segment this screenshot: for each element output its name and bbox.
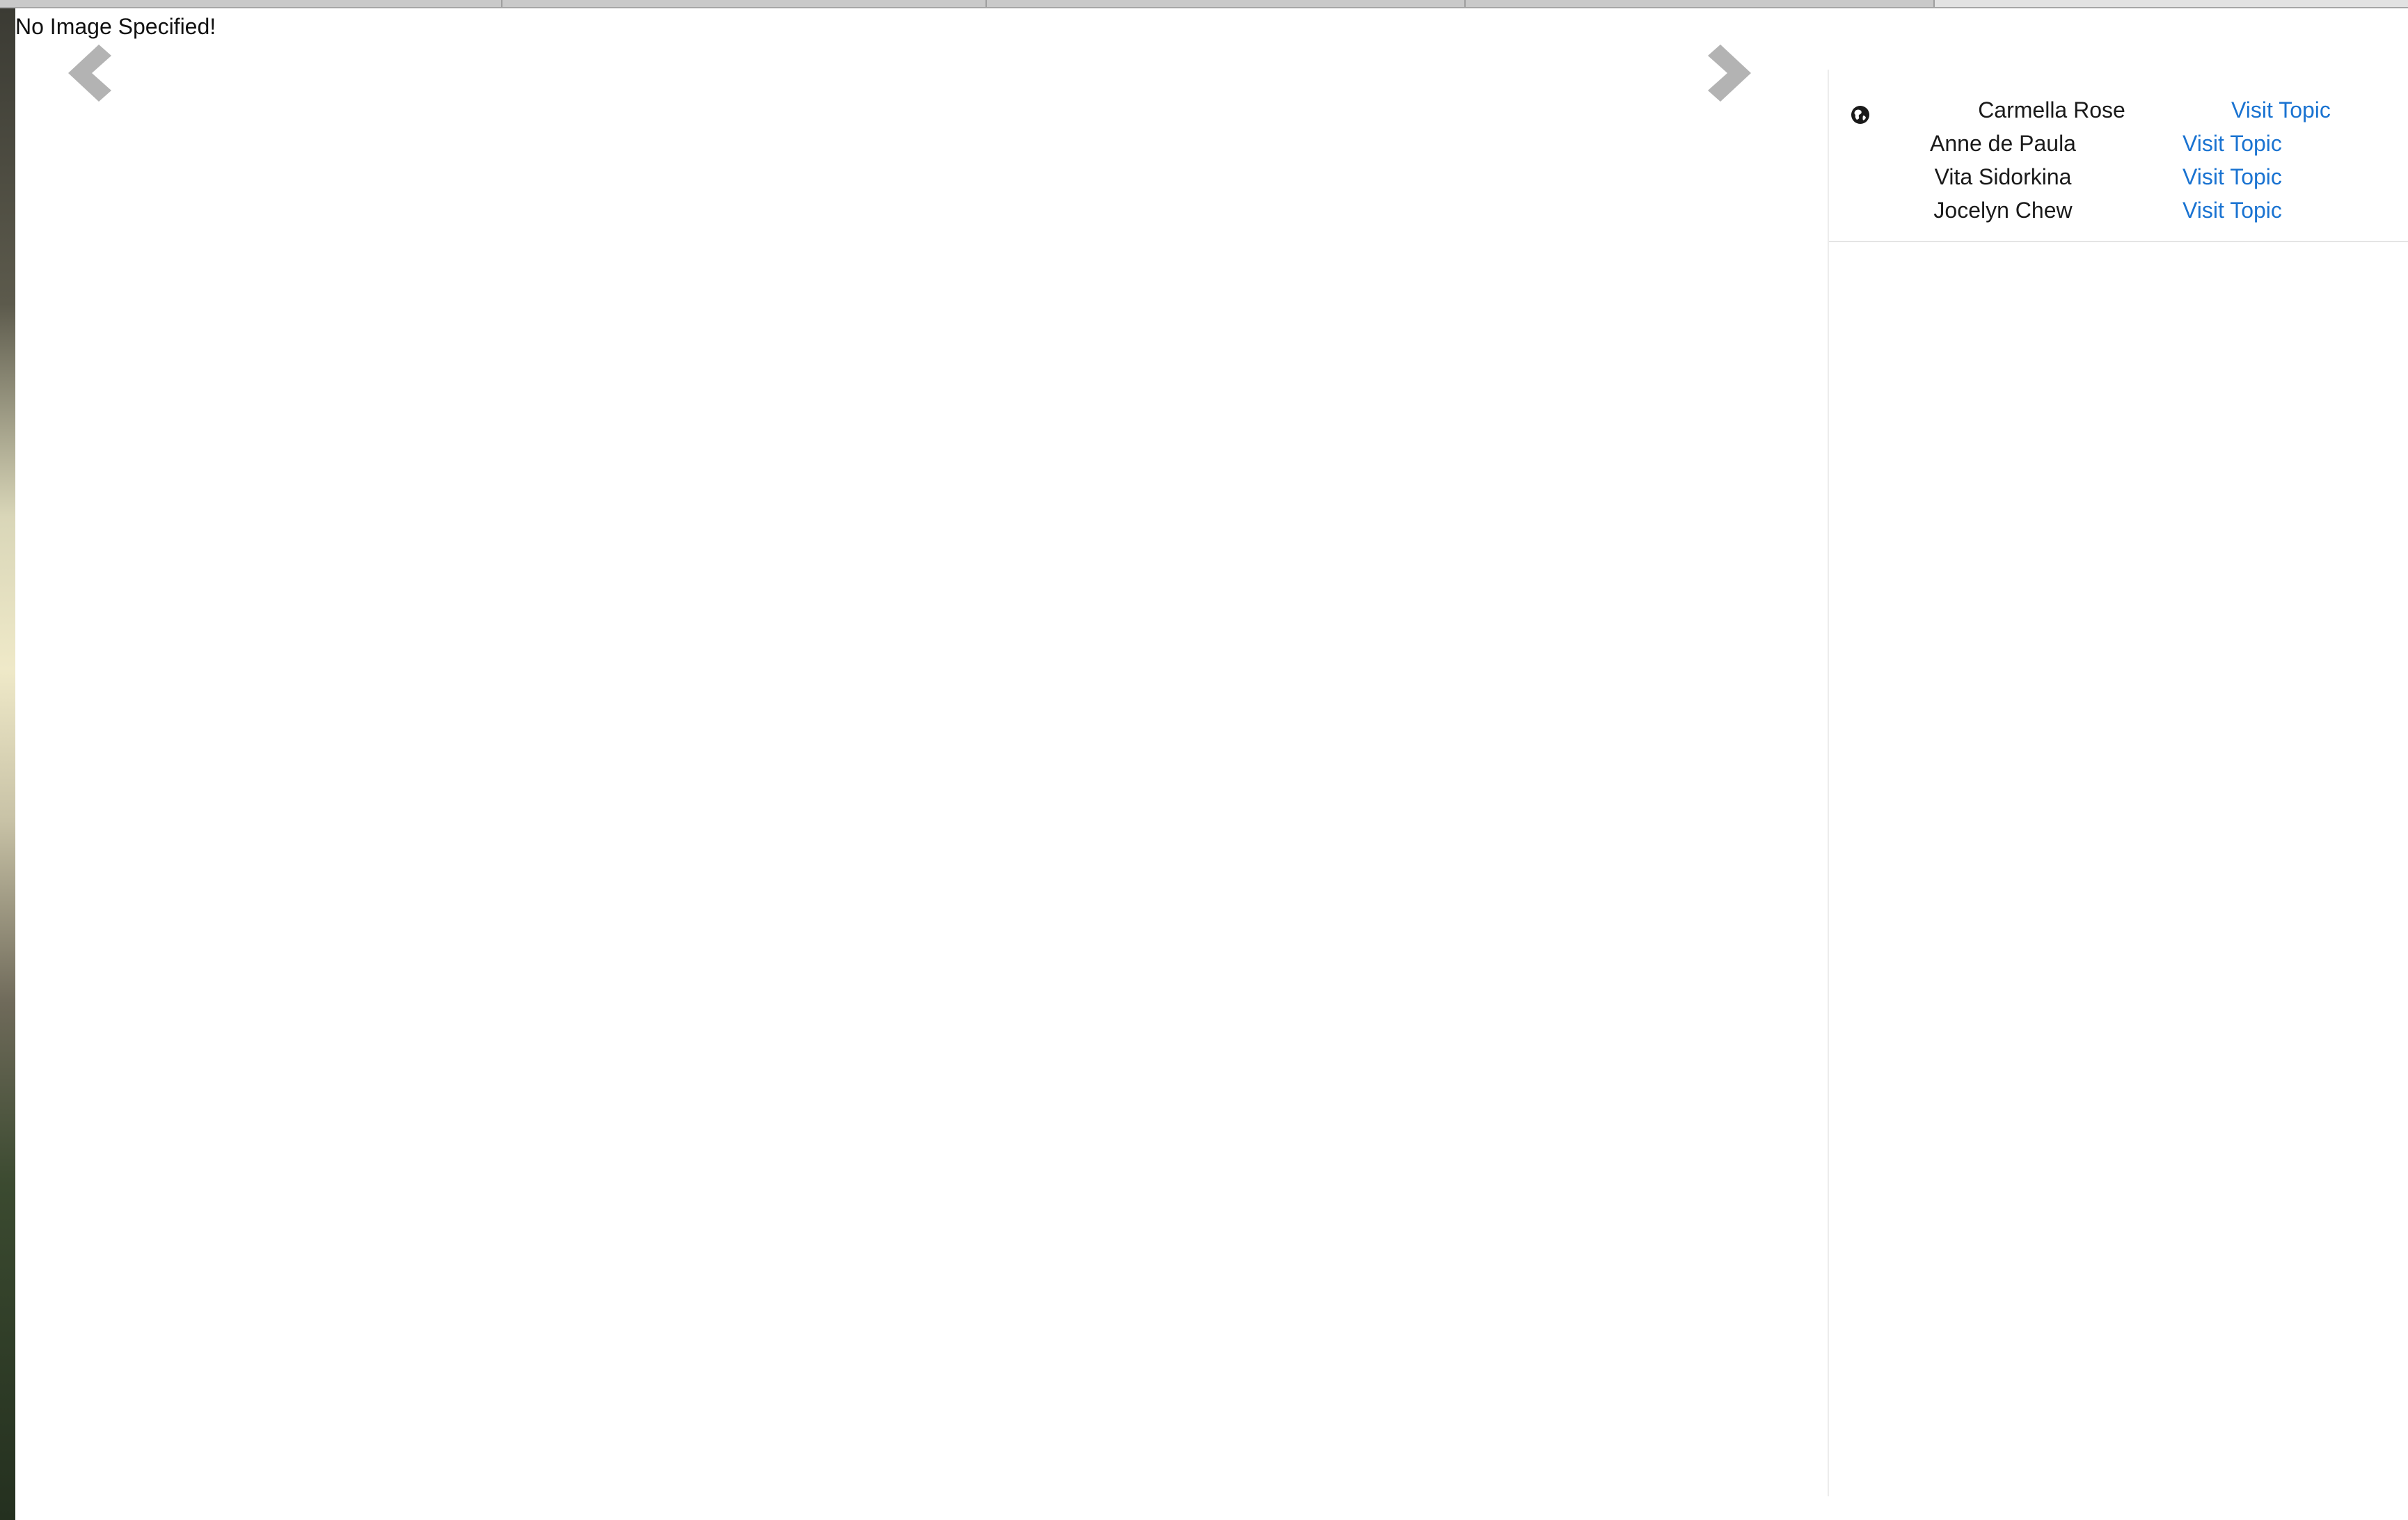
list-item: Vita Sidorkina Visit Topic [1829,164,2407,198]
top-tab-bar [0,0,2408,8]
list-item: Anne de Paula Visit Topic [1829,131,2407,164]
tab-4[interactable] [1466,0,1935,7]
visit-topic-link[interactable]: Visit Topic [2183,198,2282,223]
list-item: Jocelyn Chew Visit Topic [1829,198,2407,231]
background-photo-strip [0,0,15,1520]
visit-topic-link[interactable]: Visit Topic [2183,164,2282,190]
previous-button[interactable] [65,42,114,104]
list-item: Carmella Rose Visit Topic [1829,97,2407,131]
chevron-left-icon [68,45,111,102]
topics-sidebar: Carmella Rose Visit Topic Anne de Paula … [1828,70,2408,1496]
no-image-message: No Image Specified! [15,14,216,39]
topic-list: Carmella Rose Visit Topic Anne de Paula … [1829,70,2408,242]
next-button[interactable] [1705,42,1754,104]
visit-topic-link[interactable]: Visit Topic [2231,97,2331,123]
topic-name: Jocelyn Chew [1933,198,2073,223]
visit-topic-link[interactable]: Visit Topic [2183,131,2282,157]
topic-name: Anne de Paula [1930,131,2076,156]
chevron-right-icon [1708,45,1751,102]
tab-1[interactable] [0,0,502,7]
topic-name: Vita Sidorkina [1934,164,2072,189]
tab-2[interactable] [502,0,987,7]
topic-name: Carmella Rose [1978,97,2125,122]
main-content: No Image Specified! Carmella Rose Visit … [15,8,2408,1520]
tab-5-active[interactable] [1935,0,2408,7]
globe-icon [1850,104,1871,125]
tab-3[interactable] [987,0,1466,7]
